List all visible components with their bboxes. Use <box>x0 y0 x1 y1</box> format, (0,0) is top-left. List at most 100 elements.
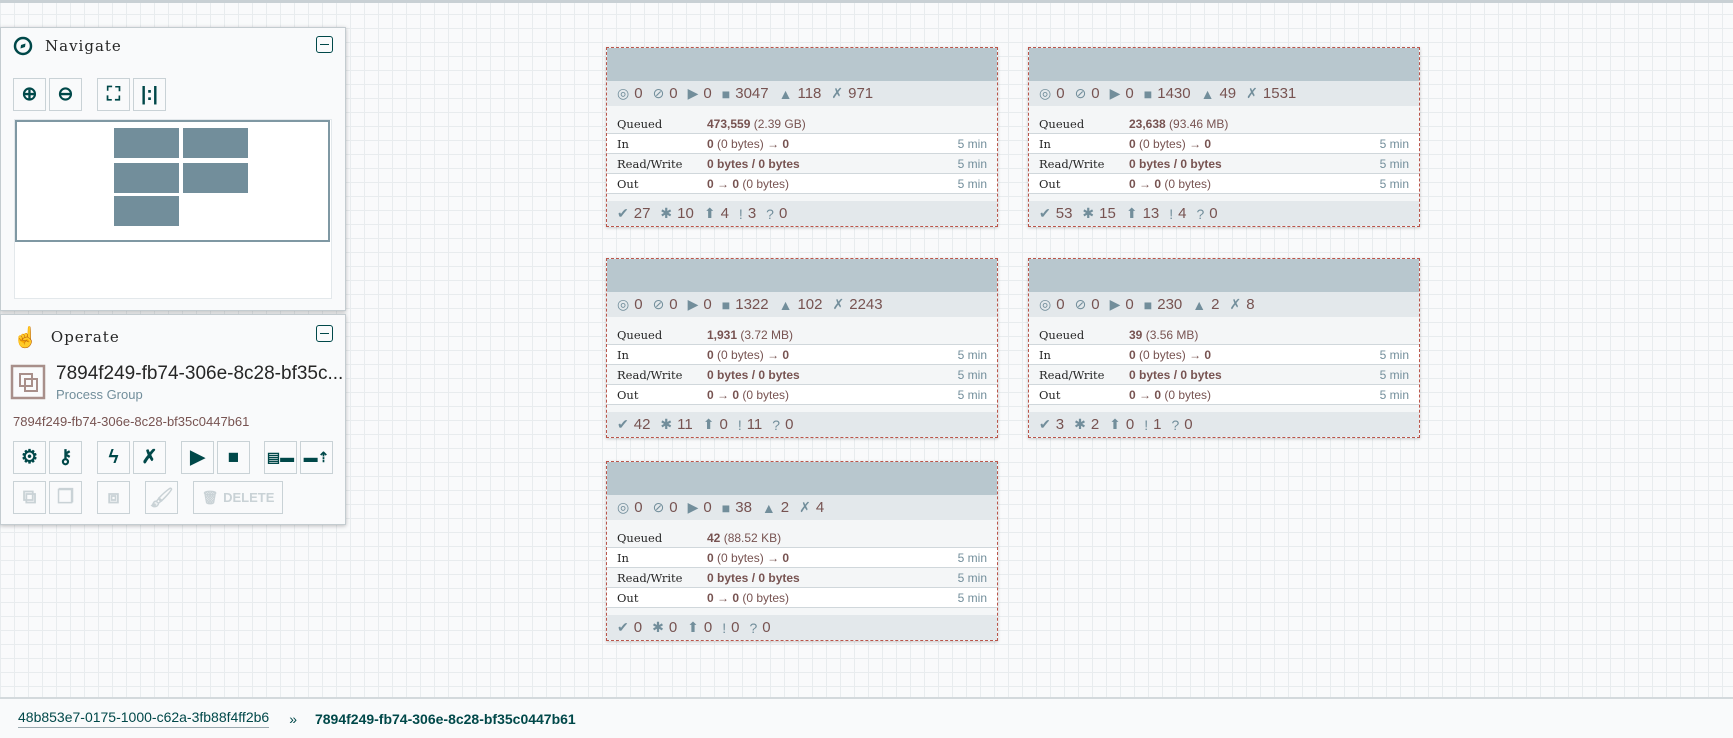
process-group-card[interactable]: ◎ 0 ⊘ 0 ▶ 0 ■ 1322 ▲ 102 ✗ 2243 Queued 1,931 (3.72 MB… <box>606 258 998 438</box>
up-to-date-icon: ✔ <box>1039 416 1051 432</box>
count-value: 38 <box>735 499 752 516</box>
in-size: (0 bytes) <box>717 136 764 151</box>
disabled-icon: ✗ <box>831 85 844 101</box>
process-group-card[interactable]: ◎ 0 ⊘ 0 ▶ 0 ■ 3047 ▲ 118 ✗ 971 Queued 473,559 (2.39 G… <box>606 47 998 227</box>
not-transmitting-count: ⊘ 0 <box>653 85 678 102</box>
read-write-row: Read/Write 0 bytes / 0 bytes 5 min <box>607 365 997 385</box>
paste-button[interactable]: ❐ <box>49 481 82 514</box>
start-button[interactable]: ▶ <box>181 441 214 474</box>
in-label: In <box>617 550 629 565</box>
fit-button[interactable]: ⛶ <box>97 78 130 111</box>
out-row: Out 0 → 0 (0 bytes) 5 min <box>607 174 997 194</box>
transmitting-count: ◎ 0 <box>1039 85 1065 102</box>
out-label: Out <box>617 590 639 605</box>
not-transmitting-count: ⊘ 0 <box>1075 296 1100 313</box>
disabled-icon: ✗ <box>832 296 845 312</box>
out-row: Out 0 → 0 (0 bytes) 5 min <box>1029 174 1419 194</box>
running-count: ▶ 0 <box>688 499 712 516</box>
copy-icon: ⧉ <box>22 486 37 508</box>
operate-panel: ☝ Operate 7894f249-fb74-306e-8c28-bf35c.… <box>0 314 346 525</box>
locally-modified-icon: ✱ <box>1082 205 1095 221</box>
copy-button[interactable]: ⧉ <box>13 481 46 514</box>
process-group-card[interactable]: ◎ 0 ⊘ 0 ▶ 0 ■ 1430 ▲ 49 ✗ 1531 Queued 23,638 (93.46 M… <box>1028 47 1420 227</box>
sync-failure-icon: ? <box>772 416 781 433</box>
queued-count: 473,559 <box>707 116 751 131</box>
up-to-date-count: ✔ 42 <box>617 416 650 433</box>
color-button[interactable]: 🖌 <box>145 481 178 514</box>
zoom-in-button[interactable]: ⊕ <box>13 78 46 111</box>
actual-size-button[interactable]: |:| <box>133 78 166 111</box>
component-counts: ◎ 0 ⊘ 0 ▶ 0 ■ 1322 ▲ 102 ✗ 2243 <box>607 292 997 317</box>
process-group-header[interactable] <box>607 462 997 495</box>
out-time: 5 min <box>1379 387 1409 402</box>
disabled-icon: ✗ <box>799 499 811 515</box>
not-transmitting-icon: ⊘ <box>652 499 665 515</box>
stopped-icon: ■ <box>721 85 731 102</box>
invalid-count: ▲ 2 <box>762 499 789 516</box>
template-save-icon: ▤▬ <box>266 449 295 465</box>
count-value: 0 <box>1091 296 1100 313</box>
out-label: Out <box>617 176 639 191</box>
transmitting-icon: ◎ <box>617 296 630 312</box>
queued-count: 1,931 <box>707 327 738 342</box>
delete-button[interactable]: 🗑 DELETE <box>193 481 283 514</box>
zoom-in-icon: ⊕ <box>21 84 38 105</box>
breadcrumb-parent-link[interactable]: 48b853e7-0175-1000-c62a-3fb88f4ff2b6 <box>18 709 270 728</box>
up-to-date-count: ✔ 0 <box>617 619 642 636</box>
access-policies-button[interactable]: ⚷ <box>49 441 82 474</box>
queued-row: Queued 1,931 (3.72 MB) <box>607 325 997 345</box>
count-value: 0 <box>669 499 678 516</box>
count-value: 0 <box>785 416 794 433</box>
stopped-icon: ■ <box>721 296 731 313</box>
group-button[interactable]: ⧈ <box>97 481 130 514</box>
collapse-operate-button[interactable] <box>316 325 333 342</box>
zoom-out-button[interactable]: ⊖ <box>49 78 82 111</box>
count-value: 0 <box>1125 416 1135 433</box>
navigate-title: Navigate <box>45 37 122 55</box>
count-value: 0 <box>1125 296 1134 313</box>
disable-button[interactable]: ✗ <box>133 441 166 474</box>
running-count: ▶ 0 <box>688 85 712 102</box>
component-counts: ◎ 0 ⊘ 0 ▶ 0 ■ 1430 ▲ 49 ✗ 1531 <box>1029 81 1419 106</box>
disabled-count: ✗ 2243 <box>833 296 883 313</box>
in-time: 5 min <box>1379 136 1409 151</box>
save-template-button[interactable]: ▤▬ <box>264 441 297 474</box>
process-group-card[interactable]: ◎ 0 ⊘ 0 ▶ 0 ■ 230 ▲ 2 ✗ 8 Queued 39 (3.56 MB) In 0 (0 b… <box>1028 258 1420 438</box>
invalid-icon: ▲ <box>778 296 793 313</box>
process-group-header[interactable] <box>607 48 997 81</box>
count-value: 230 <box>1157 296 1183 313</box>
birdseye-group <box>183 163 248 193</box>
invalid-count: ▲ 2 <box>1192 296 1219 313</box>
out-count: 0 → 0 <box>707 176 740 191</box>
modified-stale-icon: ! <box>1144 416 1149 433</box>
process-group-header[interactable] <box>1029 48 1419 81</box>
out-row: Out 0 → 0 (0 bytes) 5 min <box>607 385 997 405</box>
collapse-navigate-button[interactable] <box>316 36 333 53</box>
sync-failure-icon: ? <box>1171 416 1180 433</box>
modified-stale-icon: ! <box>738 205 743 222</box>
count-value: 0 <box>634 499 643 516</box>
sync-failure-icon: ? <box>766 205 774 222</box>
disabled-count: ✗ 1531 <box>1246 85 1296 102</box>
out-size: (0 bytes) <box>1164 176 1212 191</box>
out-label: Out <box>617 387 639 402</box>
read-write-time: 5 min <box>1379 367 1409 382</box>
running-icon: ▶ <box>687 296 699 312</box>
configure-button[interactable]: ⚙ <box>13 441 46 474</box>
count-value: 1322 <box>735 296 769 313</box>
component-counts: ◎ 0 ⊘ 0 ▶ 0 ■ 3047 ▲ 118 ✗ 971 <box>607 81 997 106</box>
count-value: 0 <box>778 205 788 222</box>
navigate-panel: Navigate ⊕ ⊖ ⛶ |:| <box>0 27 346 311</box>
upload-template-button[interactable]: ▬⇡ <box>300 441 333 474</box>
mod-stale-count: ! 11 <box>738 416 762 433</box>
stop-button[interactable]: ■ <box>217 441 250 474</box>
operate-header: ☝ Operate <box>13 325 120 349</box>
sync-failure-icon: ? <box>749 619 758 636</box>
process-group-header[interactable] <box>607 259 997 292</box>
process-group-card[interactable]: ◎ 0 ⊘ 0 ▶ 0 ■ 38 ▲ 2 ✗ 4 Queued 42 (88.52 KB) In 0 (0 b… <box>606 461 998 641</box>
birdseye-view[interactable] <box>14 119 332 299</box>
mod-stale-count: ! 0 <box>722 619 739 636</box>
in-ports: → 0 <box>767 136 790 151</box>
process-group-header[interactable] <box>1029 259 1419 292</box>
enable-button[interactable]: ϟ <box>97 441 130 474</box>
